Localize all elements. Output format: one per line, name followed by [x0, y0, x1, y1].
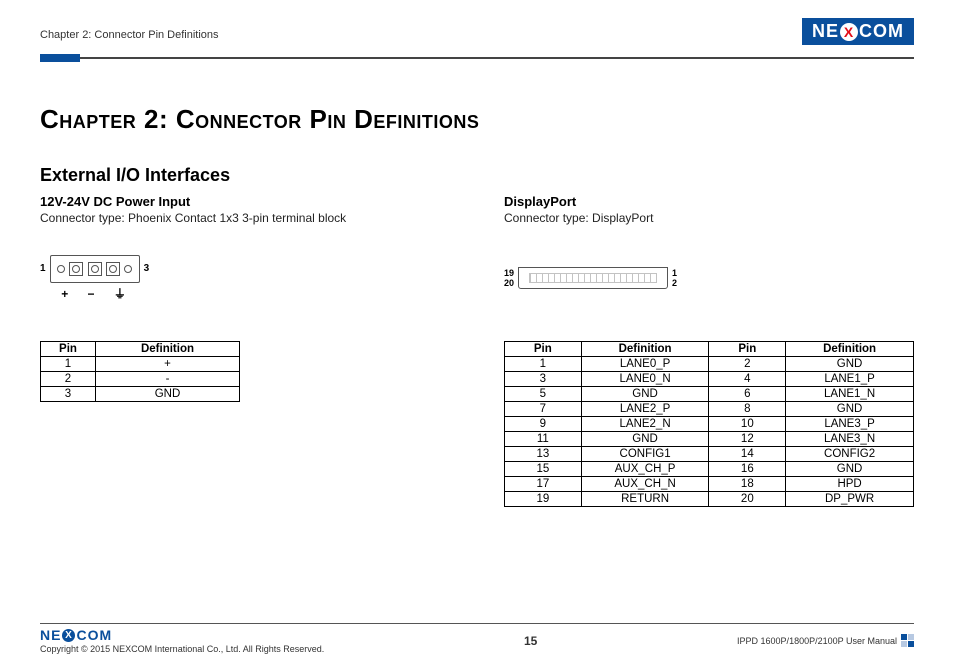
- power-pin-table: PinDefinition 1+2-3GND: [40, 341, 240, 402]
- table-cell: 9: [505, 417, 582, 432]
- table-cell: LANE1_N: [786, 387, 914, 402]
- power-pin-3-label: 3: [144, 263, 150, 274]
- table-header: Pin: [41, 342, 96, 357]
- breadcrumb: Chapter 2: Connector Pin Definitions: [40, 29, 219, 45]
- nexcom-logo: NE X COM: [802, 18, 914, 45]
- dp-pin-20-label: 20: [504, 278, 514, 288]
- logo-x-icon: X: [840, 23, 858, 41]
- power-input-section: 12V-24V DC Power Input Connector type: P…: [40, 194, 444, 507]
- table-row: 19RETURN20DP_PWR: [505, 492, 914, 507]
- table-cell: LANE2_N: [581, 417, 709, 432]
- table-row: 1LANE0_P2GND: [505, 357, 914, 372]
- table-cell: CONFIG2: [786, 447, 914, 462]
- table-cell: RETURN: [581, 492, 709, 507]
- table-cell: LANE3_N: [786, 432, 914, 447]
- table-cell: 2: [41, 372, 96, 387]
- displayport-section: DisplayPort Connector type: DisplayPort …: [504, 194, 914, 507]
- footer-logo: NE X COM: [40, 627, 112, 643]
- table-row: 11GND12LANE3_N: [505, 432, 914, 447]
- table-cell: CONFIG1: [581, 447, 709, 462]
- dp-pin-1-label: 1: [672, 268, 677, 278]
- table-cell: -: [96, 372, 240, 387]
- table-cell: GND: [96, 387, 240, 402]
- table-row: 7LANE2_P8GND: [505, 402, 914, 417]
- table-row: 3LANE0_N4LANE1_P: [505, 372, 914, 387]
- table-cell: 6: [709, 387, 786, 402]
- table-header: Definition: [786, 342, 914, 357]
- table-cell: HPD: [786, 477, 914, 492]
- table-cell: GND: [786, 402, 914, 417]
- dp-connector-type: Connector type: DisplayPort: [504, 211, 914, 225]
- table-cell: +: [96, 357, 240, 372]
- table-cell: 11: [505, 432, 582, 447]
- table-header: Pin: [709, 342, 786, 357]
- table-cell: 19: [505, 492, 582, 507]
- table-cell: 20: [709, 492, 786, 507]
- dp-connector-icon: [518, 267, 668, 289]
- dp-pin-2-label: 2: [672, 278, 677, 288]
- table-cell: 18: [709, 477, 786, 492]
- table-row: 5GND6LANE1_N: [505, 387, 914, 402]
- power-polarity-symbols: + − ⏚: [61, 285, 134, 302]
- power-connector-icon: [50, 255, 140, 283]
- table-cell: 17: [505, 477, 582, 492]
- table-cell: 2: [709, 357, 786, 372]
- table-cell: 8: [709, 402, 786, 417]
- table-cell: GND: [581, 387, 709, 402]
- page-footer: NE X COM Copyright © 2015 NEXCOM Interna…: [40, 623, 914, 655]
- table-cell: 14: [709, 447, 786, 462]
- table-cell: LANE1_P: [786, 372, 914, 387]
- table-cell: AUX_CH_N: [581, 477, 709, 492]
- table-cell: 12: [709, 432, 786, 447]
- power-connector-diagram: 1 3 + − ⏚: [40, 243, 444, 313]
- table-cell: 15: [505, 462, 582, 477]
- table-cell: 4: [709, 372, 786, 387]
- table-row: 9LANE2_N10LANE3_P: [505, 417, 914, 432]
- power-connector-type: Connector type: Phoenix Contact 1x3 3-pi…: [40, 211, 444, 225]
- dp-title: DisplayPort: [504, 194, 914, 209]
- table-cell: 1: [41, 357, 96, 372]
- table-row: 13CONFIG114CONFIG2: [505, 447, 914, 462]
- table-cell: 10: [709, 417, 786, 432]
- dp-connector-diagram: 19 20 1 2: [504, 243, 914, 313]
- table-row: 1+: [41, 357, 240, 372]
- table-row: 2-: [41, 372, 240, 387]
- table-cell: 7: [505, 402, 582, 417]
- table-cell: AUX_CH_P: [581, 462, 709, 477]
- chapter-title: Chapter 2: Connector Pin Definitions: [40, 104, 914, 135]
- table-cell: GND: [786, 357, 914, 372]
- power-title: 12V-24V DC Power Input: [40, 194, 444, 209]
- table-cell: DP_PWR: [786, 492, 914, 507]
- table-cell: 13: [505, 447, 582, 462]
- table-cell: GND: [581, 432, 709, 447]
- table-row: 15AUX_CH_P16GND: [505, 462, 914, 477]
- table-cell: LANE3_P: [786, 417, 914, 432]
- power-pin-1-label: 1: [40, 263, 46, 274]
- section-title: External I/O Interfaces: [40, 165, 914, 186]
- page-number: 15: [524, 634, 537, 648]
- table-cell: GND: [786, 462, 914, 477]
- table-header: Pin: [505, 342, 582, 357]
- table-cell: LANE2_P: [581, 402, 709, 417]
- copyright-text: Copyright © 2015 NEXCOM International Co…: [40, 644, 324, 654]
- table-cell: LANE0_N: [581, 372, 709, 387]
- dp-pin-table: PinDefinitionPinDefinition 1LANE0_P2GND3…: [504, 341, 914, 507]
- manual-name: IPPD 1600P/1800P/2100P User Manual: [737, 636, 897, 646]
- table-cell: 5: [505, 387, 582, 402]
- table-cell: 16: [709, 462, 786, 477]
- table-row: 3GND: [41, 387, 240, 402]
- dp-pin-19-label: 19: [504, 268, 514, 278]
- footer-squares-icon: [901, 634, 914, 647]
- page-header: Chapter 2: Connector Pin Definitions NE …: [40, 18, 914, 53]
- table-header: Definition: [581, 342, 709, 357]
- table-cell: 3: [41, 387, 96, 402]
- table-cell: LANE0_P: [581, 357, 709, 372]
- table-cell: 1: [505, 357, 582, 372]
- footer-logo-x-icon: X: [62, 629, 75, 642]
- table-header: Definition: [96, 342, 240, 357]
- header-rule: [40, 57, 914, 62]
- table-row: 17AUX_CH_N18HPD: [505, 477, 914, 492]
- table-cell: 3: [505, 372, 582, 387]
